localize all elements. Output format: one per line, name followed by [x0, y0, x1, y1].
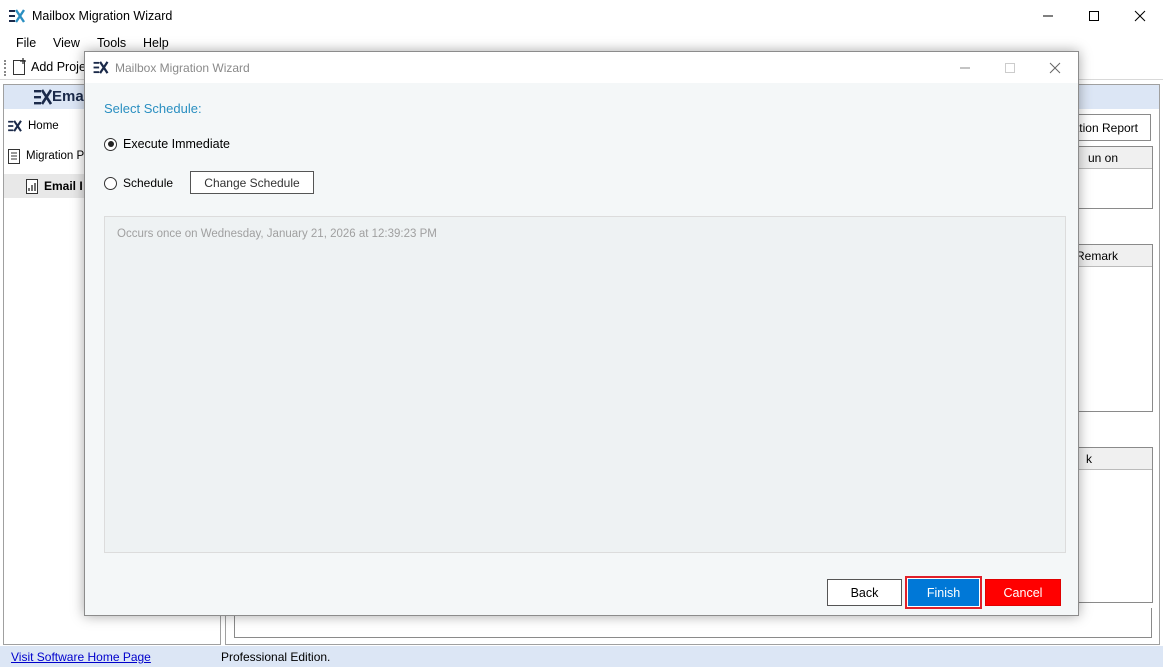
dialog-minimize-button[interactable]	[942, 52, 988, 83]
execute-immediate-label: Execute Immediate	[123, 137, 230, 151]
dialog-logo-icon	[93, 61, 109, 74]
cancel-button[interactable]: Cancel	[985, 579, 1061, 606]
minimize-icon	[1043, 15, 1053, 17]
add-project-icon	[13, 58, 26, 75]
app-logo-icon	[9, 9, 25, 23]
schedule-option[interactable]: Schedule	[104, 176, 173, 190]
maximize-button[interactable]	[1071, 0, 1117, 32]
toolbar-grip	[4, 60, 6, 76]
dialog-maximize-button[interactable]	[987, 52, 1033, 83]
nav-item-migration-projects[interactable]: Migration Pr	[8, 144, 88, 168]
schedule-dialog: Mailbox Migration Wizard Select Schedule…	[84, 51, 1079, 616]
execute-immediate-radio[interactable]	[104, 137, 117, 151]
minimize-button[interactable]	[1025, 0, 1071, 32]
select-schedule-title: Select Schedule:	[104, 101, 202, 116]
dialog-titlebar: Mailbox Migration Wizard	[85, 52, 1078, 83]
add-project-button[interactable]: Add Proje	[31, 60, 86, 74]
finish-button[interactable]: Finish	[905, 576, 982, 609]
menu-view[interactable]: View	[53, 36, 80, 50]
schedule-radio[interactable]	[104, 176, 117, 190]
home-icon	[8, 120, 22, 132]
nav-label-migration-projects: Migration Pr	[26, 150, 88, 162]
menu-bar: File View Tools Help	[0, 33, 1163, 53]
main-titlebar: Mailbox Migration Wizard	[0, 0, 1163, 32]
menu-help[interactable]: Help	[143, 36, 169, 50]
main-window-title: Mailbox Migration Wizard	[32, 9, 173, 23]
finish-button-label: Finish	[908, 579, 979, 606]
document-icon	[8, 148, 20, 164]
edition-label: Professional Edition.	[221, 650, 331, 664]
schedule-description: Occurs once on Wednesday, January 21, 20…	[117, 228, 437, 240]
maximize-icon	[1089, 11, 1099, 21]
menu-file[interactable]: File	[16, 36, 36, 50]
nav-item-home[interactable]: Home	[8, 114, 59, 138]
close-icon	[1134, 10, 1146, 22]
schedule-description-box: Occurs once on Wednesday, January 21, 20…	[104, 216, 1066, 553]
report-icon	[26, 178, 38, 194]
menu-tools[interactable]: Tools	[97, 36, 126, 50]
nav-label-home: Home	[28, 120, 59, 132]
dialog-close-button[interactable]	[1032, 52, 1078, 83]
nav-label-email: Email I	[44, 179, 83, 193]
back-button[interactable]: Back	[827, 579, 902, 606]
dialog-title: Mailbox Migration Wizard	[115, 61, 250, 75]
brand-logo-icon	[34, 89, 52, 105]
execute-immediate-option[interactable]: Execute Immediate	[104, 137, 230, 151]
maximize-icon	[1005, 62, 1015, 73]
change-schedule-button[interactable]: Change Schedule	[190, 171, 314, 194]
schedule-label: Schedule	[123, 176, 174, 190]
minimize-icon	[960, 67, 970, 68]
brand-name: Ema	[52, 88, 84, 105]
close-icon	[1049, 62, 1061, 73]
dialog-body: Select Schedule: Execute Immediate Sched…	[85, 83, 1078, 615]
close-button[interactable]	[1117, 0, 1163, 32]
visit-home-page-link[interactable]: Visit Software Home Page	[11, 650, 151, 664]
status-bar: Visit Software Home Page Professional Ed…	[0, 646, 1163, 667]
